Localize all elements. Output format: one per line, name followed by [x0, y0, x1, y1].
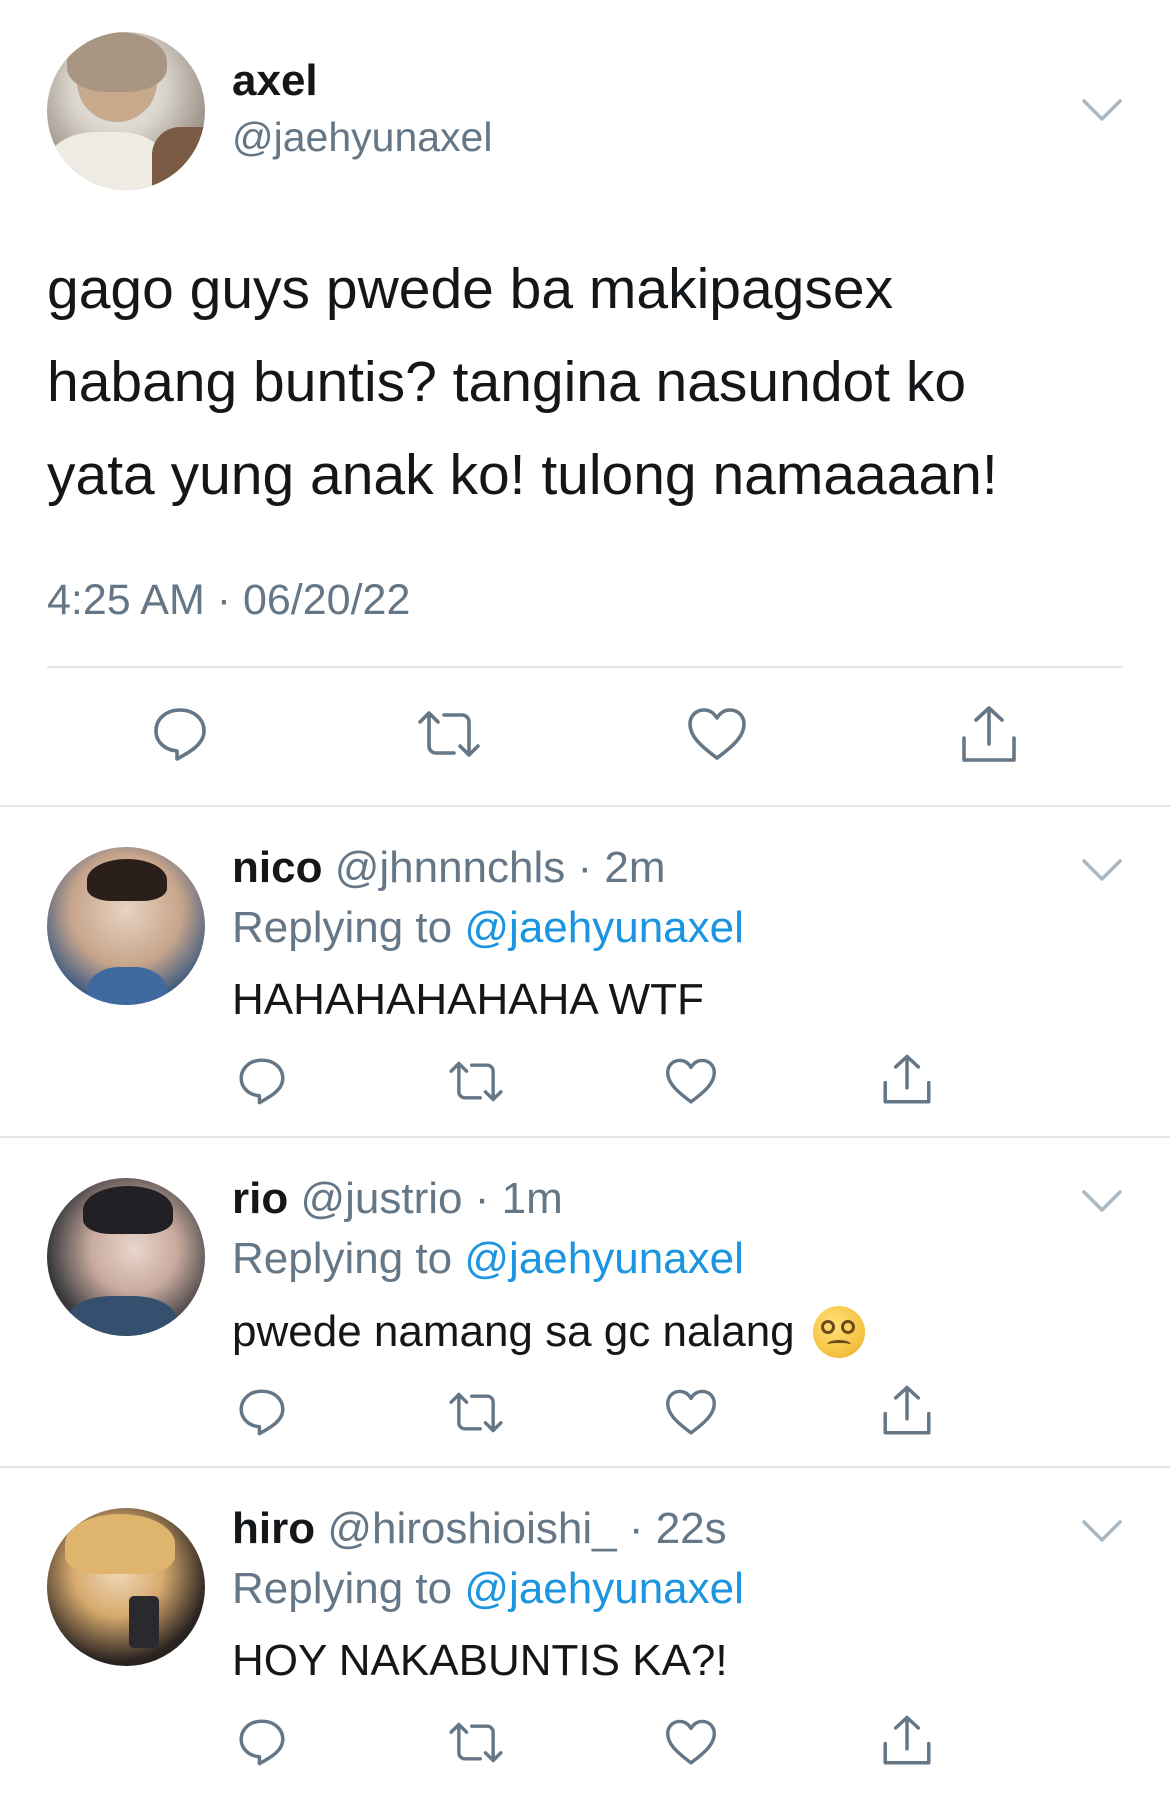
- reply-actions: [0, 1382, 1170, 1452]
- reply-icon[interactable]: [236, 1055, 288, 1107]
- retweet-icon[interactable]: [446, 1390, 506, 1435]
- share-icon[interactable]: [880, 1384, 934, 1438]
- chevron-down-icon[interactable]: [1080, 1186, 1124, 1216]
- replying-label: Replying to: [232, 903, 453, 952]
- retweet-icon[interactable]: [414, 708, 484, 760]
- replying-to: Replying to @jaehyunaxel: [232, 903, 744, 953]
- reply-tweet[interactable]: rio @justrio · 1m Replying to @jaehyunax…: [0, 1138, 1170, 1468]
- reply-tweet[interactable]: nico @jhnnnchls · 2m Replying to @jaehyu…: [0, 807, 1170, 1137]
- retweet-icon[interactable]: [446, 1720, 506, 1765]
- replying-handle-link[interactable]: @jaehyunaxel: [464, 903, 744, 952]
- like-icon[interactable]: [664, 1388, 718, 1438]
- chevron-down-icon[interactable]: [1080, 1516, 1124, 1546]
- share-icon[interactable]: [880, 1714, 934, 1768]
- main-tweet: axel @jaehyunaxel gago guys pwede ba mak…: [0, 0, 1170, 805]
- avatar[interactable]: [47, 847, 205, 1005]
- tweet-timestamp[interactable]: 4:25 AM · 06/20/22: [47, 576, 410, 625]
- handle-and-time[interactable]: @jhnnnchls · 2m: [335, 843, 666, 892]
- display-name[interactable]: axel: [232, 56, 318, 106]
- user-handle[interactable]: @jaehyunaxel: [232, 114, 492, 161]
- reply-header: hiro @hiroshioishi_ · 22s: [232, 1504, 727, 1554]
- reply-icon[interactable]: [236, 1716, 288, 1768]
- replying-to: Replying to @jaehyunaxel: [232, 1564, 744, 1614]
- tweet-text: gago guys pwede ba makipagsex habang bun…: [47, 257, 998, 507]
- avatar[interactable]: [47, 1508, 205, 1666]
- retweet-icon[interactable]: [446, 1059, 506, 1104]
- like-icon[interactable]: [686, 706, 748, 764]
- tweet-actions: [0, 700, 1170, 770]
- like-icon[interactable]: [664, 1718, 718, 1768]
- chevron-down-icon[interactable]: [1080, 95, 1124, 125]
- divider: [47, 666, 1123, 668]
- reply-text: pwede namang sa gc nalang: [232, 1307, 795, 1356]
- reply-actions: [0, 1712, 1170, 1782]
- chevron-down-icon[interactable]: [1080, 855, 1124, 885]
- replying-label: Replying to: [232, 1564, 453, 1613]
- reply-text-line: pwede namang sa gc nalang: [232, 1306, 865, 1358]
- handle-and-time[interactable]: @hiroshioishi_ · 22s: [327, 1504, 726, 1553]
- handle-and-time[interactable]: @justrio · 1m: [300, 1174, 562, 1223]
- replying-handle-link[interactable]: @jaehyunaxel: [464, 1564, 744, 1613]
- like-icon[interactable]: [664, 1057, 718, 1107]
- share-icon[interactable]: [880, 1053, 934, 1107]
- avatar[interactable]: [47, 32, 205, 190]
- reply-tweet[interactable]: hiro @hiroshioishi_ · 22s Replying to @j…: [0, 1468, 1170, 1798]
- reply-header: rio @justrio · 1m: [232, 1174, 563, 1224]
- replying-to: Replying to @jaehyunaxel: [232, 1234, 744, 1284]
- display-name[interactable]: hiro: [232, 1504, 315, 1553]
- tweet-thread: axel @jaehyunaxel gago guys pwede ba mak…: [0, 0, 1170, 1796]
- avatar[interactable]: [47, 1178, 205, 1336]
- reply-text: HAHAHAHAHAHA WTF: [232, 975, 704, 1024]
- reply-actions: [0, 1051, 1170, 1121]
- replying-handle-link[interactable]: @jaehyunaxel: [464, 1234, 744, 1283]
- dizzy-face-emoji-icon: [812, 1306, 865, 1358]
- reply-header: nico @jhnnnchls · 2m: [232, 843, 665, 893]
- reply-text: HOY NAKABUNTIS KA?!: [232, 1636, 728, 1685]
- reply-icon[interactable]: [236, 1386, 288, 1438]
- replying-label: Replying to: [232, 1234, 453, 1283]
- display-name[interactable]: nico: [232, 843, 322, 892]
- display-name[interactable]: rio: [232, 1174, 288, 1223]
- reply-icon[interactable]: [150, 704, 210, 764]
- share-icon[interactable]: [958, 704, 1020, 766]
